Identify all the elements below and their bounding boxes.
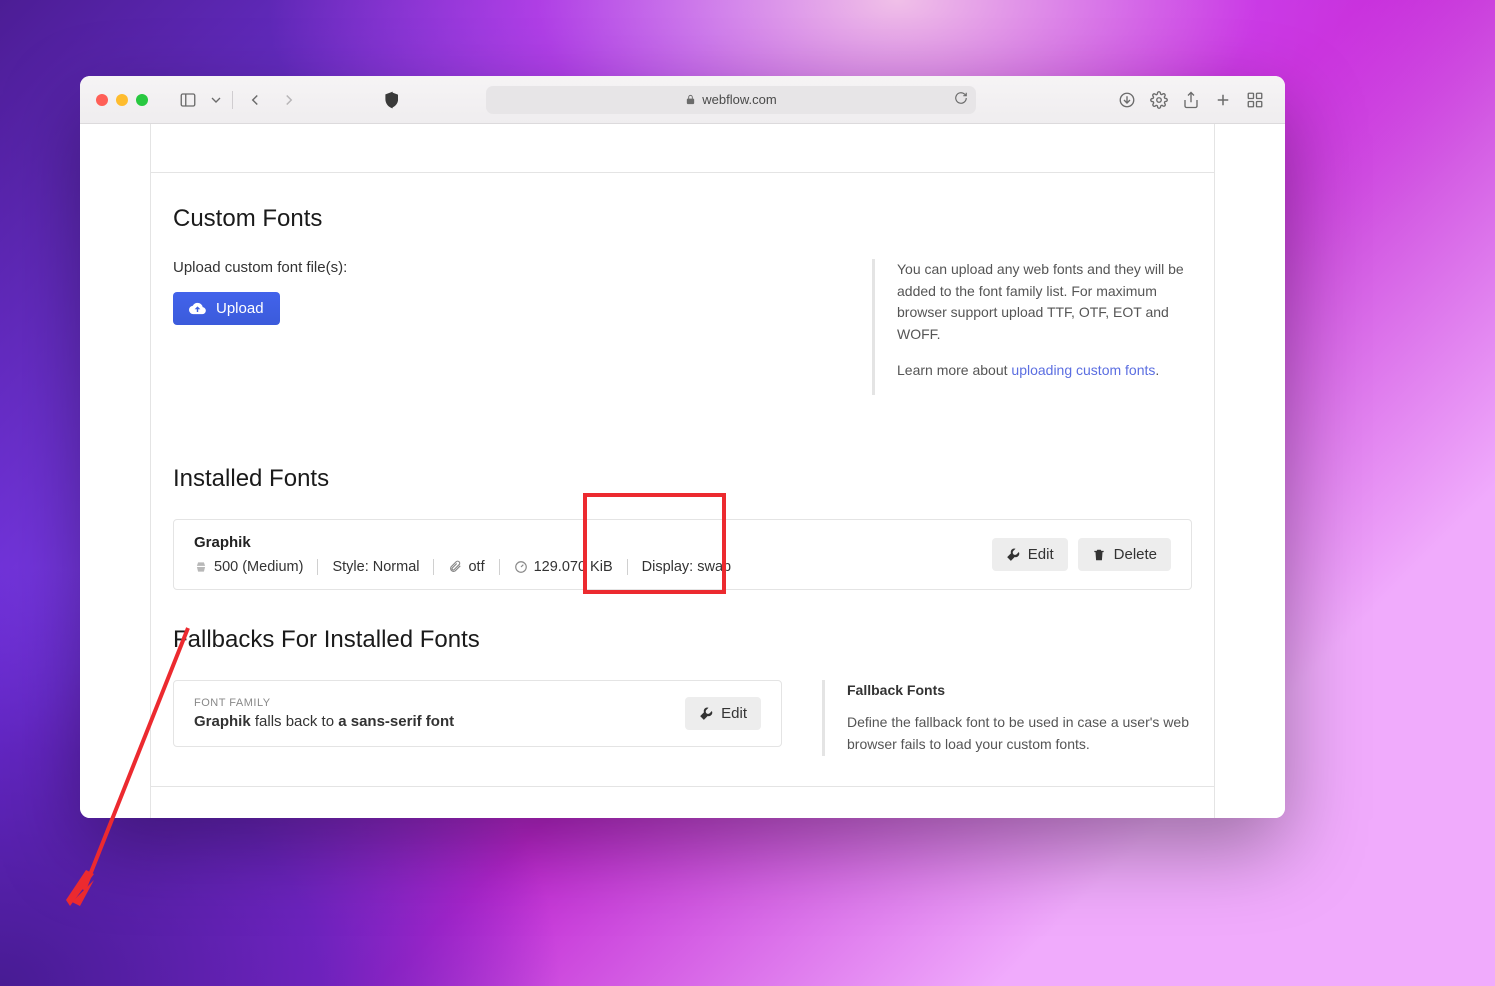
trash-icon bbox=[1092, 548, 1106, 562]
upload-button-label: Upload bbox=[216, 300, 264, 317]
font-size: 129.070 KiB bbox=[514, 559, 613, 575]
share-button[interactable] bbox=[1177, 86, 1205, 114]
new-tab-button[interactable] bbox=[1209, 86, 1237, 114]
cloud-upload-icon bbox=[189, 300, 206, 317]
forward-button[interactable] bbox=[275, 86, 303, 114]
weight-icon bbox=[194, 560, 208, 574]
back-button[interactable] bbox=[241, 86, 269, 114]
delete-font-button[interactable]: Delete bbox=[1078, 538, 1171, 571]
custom-fonts-heading: Custom Fonts bbox=[173, 205, 1192, 233]
installed-fonts-heading: Installed Fonts bbox=[173, 465, 1192, 493]
gauge-icon bbox=[514, 560, 528, 574]
safari-window: webflow.com bbox=[80, 76, 1285, 818]
settings-page: Custom Fonts Upload custom font file(s):… bbox=[150, 124, 1215, 818]
attachment-icon bbox=[448, 560, 462, 574]
font-weight: 500 (Medium) bbox=[194, 559, 303, 575]
reload-button[interactable] bbox=[954, 91, 968, 108]
close-window-button[interactable] bbox=[96, 94, 108, 106]
address-bar[interactable]: webflow.com bbox=[486, 86, 976, 114]
fallback-row: FONT FAMILY Graphik falls back to a sans… bbox=[173, 680, 782, 747]
fallback-description: Graphik falls back to a sans-serif font bbox=[194, 713, 454, 730]
edit-fallback-button[interactable]: Edit bbox=[685, 697, 761, 730]
fallback-help-panel: Fallback Fonts Define the fallback font … bbox=[822, 680, 1192, 755]
extensions-gear-button[interactable] bbox=[1145, 86, 1173, 114]
edit-font-button[interactable]: Edit bbox=[992, 538, 1068, 571]
sidebar-toggle-button[interactable] bbox=[174, 86, 202, 114]
lock-icon bbox=[685, 94, 696, 105]
window-controls bbox=[96, 94, 148, 106]
upload-button[interactable]: Upload bbox=[173, 292, 280, 325]
webpage-viewport: Custom Fonts Upload custom font file(s):… bbox=[80, 124, 1285, 818]
downloads-button[interactable] bbox=[1113, 86, 1141, 114]
browser-toolbar: webflow.com bbox=[80, 76, 1285, 124]
maximize-window-button[interactable] bbox=[136, 94, 148, 106]
upload-label: Upload custom font file(s): bbox=[173, 259, 832, 276]
font-display: Display: swap bbox=[642, 559, 731, 575]
minimize-window-button[interactable] bbox=[116, 94, 128, 106]
wrench-icon bbox=[699, 707, 713, 721]
fallback-help-text: Define the fallback font to be used in c… bbox=[847, 712, 1192, 755]
uploading-fonts-link[interactable]: uploading custom fonts bbox=[1011, 362, 1155, 378]
url-text: webflow.com bbox=[702, 92, 776, 107]
custom-fonts-help: You can upload any web fonts and they wi… bbox=[872, 259, 1192, 395]
privacy-shield-button[interactable] bbox=[378, 86, 406, 114]
wrench-icon bbox=[1006, 548, 1020, 562]
fallback-help-title: Fallback Fonts bbox=[847, 680, 1192, 702]
sidebar-menu-chevron[interactable] bbox=[208, 86, 224, 114]
help-more: Learn more about uploading custom fonts. bbox=[897, 360, 1192, 382]
fallback-field-label: FONT FAMILY bbox=[194, 697, 454, 709]
font-style: Style: Normal bbox=[332, 559, 419, 575]
font-format: otf bbox=[448, 559, 484, 575]
fallbacks-heading: Fallbacks For Installed Fonts bbox=[173, 626, 1192, 654]
font-name: Graphik bbox=[194, 534, 731, 551]
tab-overview-button[interactable] bbox=[1241, 86, 1269, 114]
installed-font-row: Graphik 500 (Medium) Style: Normal bbox=[173, 519, 1192, 590]
help-text: You can upload any web fonts and they wi… bbox=[897, 259, 1192, 346]
